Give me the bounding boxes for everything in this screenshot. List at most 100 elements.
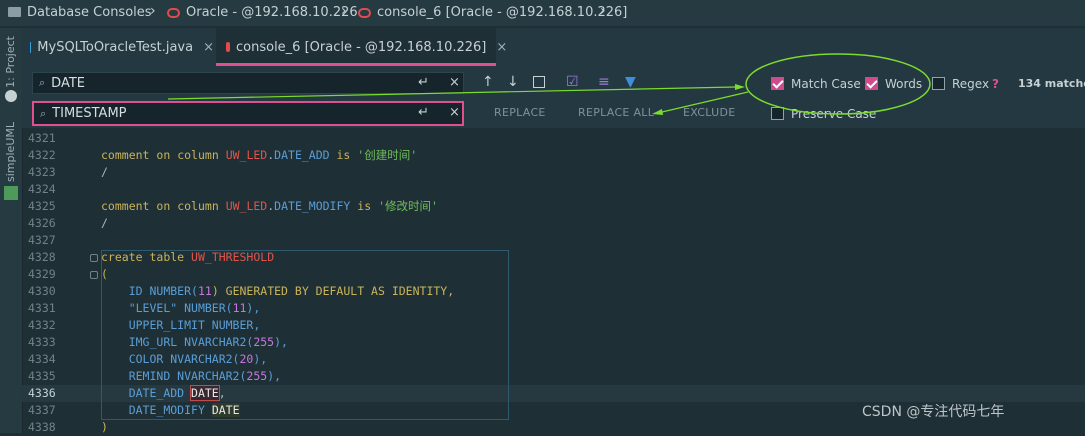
code-editor[interactable]: 4321 4322 comment on column UW_LED.DATE_AD… — [22, 128, 1085, 436]
code-token: comment — [101, 199, 150, 213]
code-token: UW_LED — [225, 148, 268, 162]
code-text: DATE_ADD DATE, — [101, 385, 226, 402]
annotation-ellipse — [745, 53, 931, 115]
line-number: 4331 — [28, 301, 56, 315]
code-line[interactable]: 4321 — [22, 130, 1085, 147]
code-token: DATE_ADD — [128, 386, 185, 400]
code-token: is — [357, 199, 372, 213]
code-line[interactable]: 4326 / — [22, 215, 1085, 232]
code-token: ID NUMBER( — [128, 284, 198, 298]
line-number: 4333 — [28, 335, 56, 349]
code-token: comment — [101, 148, 150, 162]
fold-marker-icon[interactable] — [90, 271, 98, 279]
code-text: DATE_MODIFY DATE — [101, 402, 240, 419]
code-text: / — [101, 164, 108, 181]
line-number: 4337 — [28, 403, 56, 417]
code-token: / — [101, 165, 108, 179]
code-token: table — [149, 250, 185, 264]
code-text: ( — [101, 266, 108, 283]
code-token: "LEVEL" NUMBER( — [128, 301, 233, 315]
code-text: REMIND NVARCHAR2(255), — [101, 368, 281, 385]
line-number: 4322 — [28, 148, 56, 162]
line-number: 4338 — [28, 420, 56, 434]
line-number: 4325 — [28, 199, 56, 213]
code-token: DATE_MODIFY — [128, 403, 205, 417]
code-token: IMG_URL NVARCHAR2( — [128, 335, 254, 349]
line-number: 4327 — [28, 233, 56, 247]
line-number: 4328 — [28, 250, 56, 264]
code-token: 11 — [232, 301, 247, 315]
line-number: 4329 — [28, 267, 56, 281]
line-number: 4323 — [28, 165, 56, 179]
code-token: UW_THRESHOLD — [191, 250, 275, 264]
code-line[interactable]: 4322 comment on column UW_LED.DATE_ADD is… — [22, 147, 1085, 164]
code-line[interactable]: 4324 — [22, 181, 1085, 198]
code-token: 255 — [253, 335, 275, 349]
code-line[interactable]: 4325 comment on column UW_LED.DATE_MODIFY… — [22, 198, 1085, 215]
code-text: ) — [101, 419, 108, 436]
line-number: 4326 — [28, 216, 56, 230]
code-token: ) GENERATED BY DEFAULT AS IDENTITY, — [211, 284, 455, 298]
code-token: '修改时间' — [378, 199, 438, 213]
code-token: COLOR NVARCHAR2( — [128, 352, 240, 366]
code-token: / — [101, 216, 108, 230]
code-text: IMG_URL NVARCHAR2(255), — [101, 334, 288, 351]
code-token: UPPER_LIMIT NUMBER, — [128, 318, 261, 332]
code-token: is — [336, 148, 351, 162]
code-line[interactable]: 4333 IMG_URL NVARCHAR2(255), — [22, 334, 1085, 351]
code-line[interactable]: 4334 COLOR NVARCHAR2(20), — [22, 351, 1085, 368]
code-token: DATE_MODIFY — [274, 199, 351, 213]
code-line[interactable]: 4338) — [22, 419, 1085, 436]
code-token: ) — [101, 420, 108, 434]
code-line[interactable]: 4335 REMIND NVARCHAR2(255), — [22, 368, 1085, 385]
code-token: column — [177, 148, 219, 162]
code-text: ID NUMBER(11) GENERATED BY DEFAULT AS ID… — [101, 283, 454, 300]
line-number: 4334 — [28, 352, 56, 366]
code-token: on — [156, 199, 171, 213]
annotation-arrow — [167, 86, 736, 100]
line-number: 4324 — [28, 182, 56, 196]
code-token: 20 — [239, 352, 254, 366]
search-match: DATE — [211, 403, 240, 417]
code-text: UPPER_LIMIT NUMBER, — [101, 317, 261, 334]
code-line[interactable]: 4329 ( — [22, 266, 1085, 283]
code-text: create table UW_THRESHOLD — [101, 249, 274, 266]
code-line[interactable]: 4323 / — [22, 164, 1085, 181]
line-number: 4336 — [28, 386, 56, 400]
code-line[interactable]: 4328 create table UW_THRESHOLD — [22, 249, 1085, 266]
code-token: 255 — [246, 369, 268, 383]
code-line[interactable]: 4327 — [22, 232, 1085, 249]
annotation-arrow — [661, 91, 749, 113]
code-token: '创建时间' — [357, 148, 418, 162]
code-token: ), — [253, 352, 268, 366]
line-number: 4321 — [28, 131, 56, 145]
code-text: / — [101, 215, 108, 232]
watermark: CSDN @专注代码七年 — [862, 404, 1005, 420]
code-token: , — [218, 386, 226, 400]
code-line[interactable]: 4332 UPPER_LIMIT NUMBER, — [22, 317, 1085, 334]
line-number: 4335 — [28, 369, 56, 383]
code-text: COLOR NVARCHAR2(20), — [101, 351, 268, 368]
code-text: "LEVEL" NUMBER(11), — [101, 300, 261, 317]
fold-marker-icon[interactable] — [90, 254, 98, 262]
code-token: create — [101, 250, 143, 264]
annotation-arrowhead — [735, 84, 745, 90]
code-line[interactable]: 4336 DATE_ADD DATE, — [22, 385, 1085, 402]
code-line[interactable]: 4331 "LEVEL" NUMBER(11), — [22, 300, 1085, 317]
code-text: comment on column UW_LED.DATE_ADD is '创建… — [101, 147, 417, 164]
code-token: ( — [101, 267, 108, 281]
code-token: REMIND NVARCHAR2( — [128, 369, 247, 383]
code-token: UW_LED — [225, 199, 268, 213]
code-token: ), — [267, 369, 282, 383]
code-token: 11 — [197, 284, 212, 298]
code-token: column — [177, 199, 219, 213]
code-token: ), — [274, 335, 288, 349]
annotation-arrowhead — [652, 109, 663, 115]
code-token: on — [156, 148, 171, 162]
code-token: ), — [246, 301, 261, 315]
line-number: 4332 — [28, 318, 56, 332]
code-line[interactable]: 4330 ID NUMBER(11) GENERATED BY DEFAULT … — [22, 283, 1085, 300]
code-token: DATE_ADD — [274, 148, 330, 162]
line-number: 4330 — [28, 284, 56, 298]
code-text: comment on column UW_LED.DATE_MODIFY is … — [101, 198, 438, 215]
